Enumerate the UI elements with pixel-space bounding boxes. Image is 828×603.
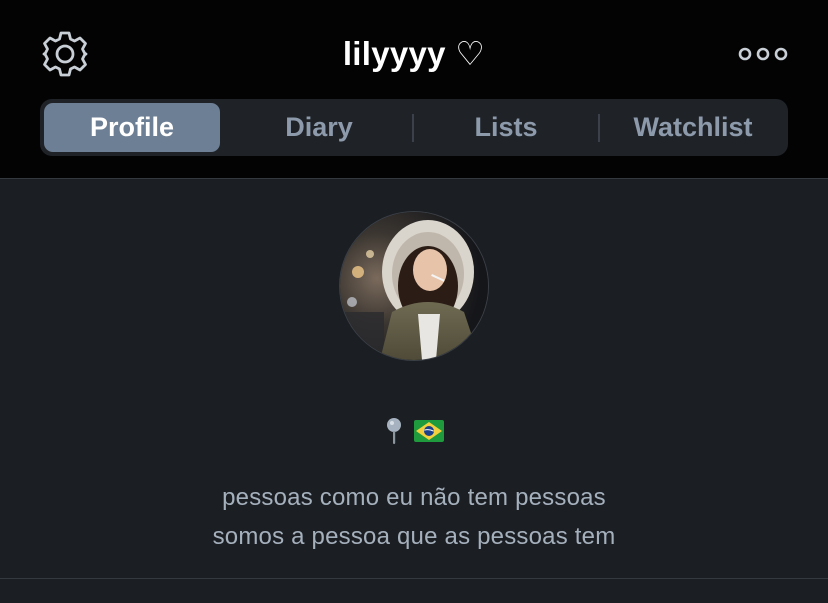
tab-watchlist[interactable]: Watchlist bbox=[600, 103, 786, 152]
avatar-photo bbox=[340, 212, 488, 360]
profile-username: lilyyyy ♡ bbox=[342, 35, 486, 72]
avatar[interactable] bbox=[339, 211, 489, 361]
profile-tab-bar: Profile Diary Lists Watchlist bbox=[40, 99, 788, 156]
brazil-flag-icon bbox=[414, 420, 445, 443]
more-dots-icon[interactable] bbox=[738, 44, 788, 64]
section-divider bbox=[0, 578, 828, 579]
header-divider bbox=[0, 178, 828, 179]
tab-lists[interactable]: Lists bbox=[414, 103, 598, 152]
pin-icon bbox=[386, 418, 401, 445]
top-bar: lilyyyy ♡ Profile Diary Lists Watchlist bbox=[0, 0, 828, 178]
tab-profile[interactable]: Profile bbox=[44, 103, 220, 152]
bio-line: pessoas como eu não tem pessoas bbox=[222, 484, 606, 511]
bio-line: somos a pessoa que as pessoas tem bbox=[212, 523, 616, 550]
tab-diary[interactable]: Diary bbox=[226, 103, 412, 152]
location-row bbox=[0, 414, 828, 446]
profile-bio: pessoas como eu não tem pessoas somos a … bbox=[0, 478, 828, 556]
